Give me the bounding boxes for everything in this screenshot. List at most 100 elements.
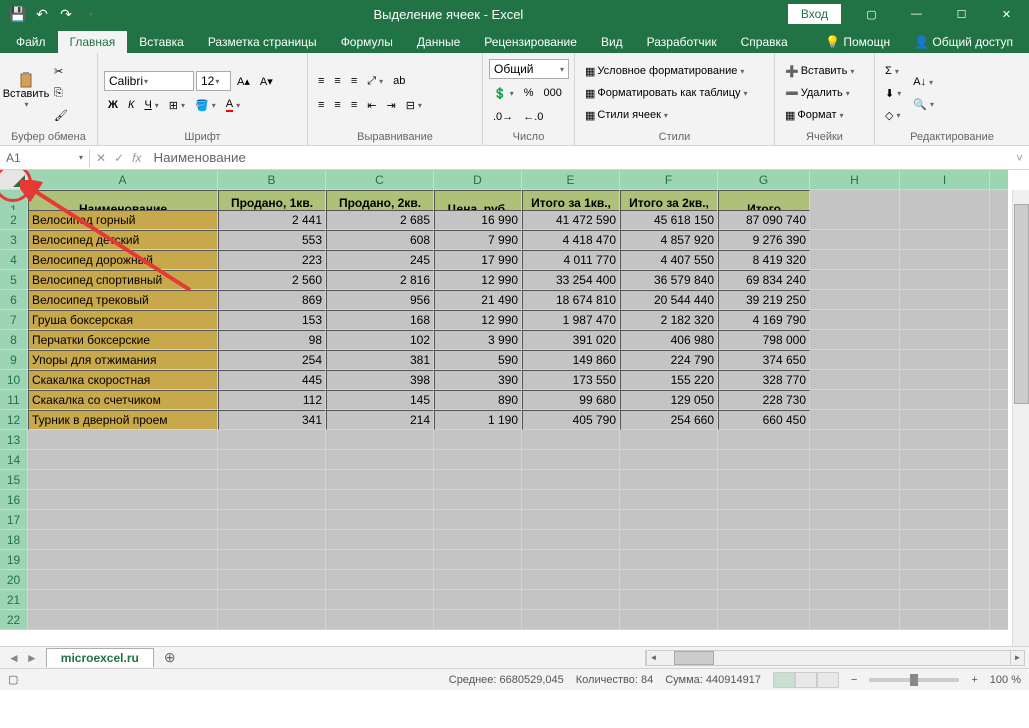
formula-input[interactable]	[147, 148, 1010, 167]
empty-cell[interactable]	[28, 570, 218, 590]
page-break-view-button[interactable]	[817, 672, 839, 688]
empty-cell[interactable]	[28, 610, 218, 630]
empty-cell[interactable]	[620, 510, 718, 530]
value-cell[interactable]: 2 560	[218, 270, 326, 290]
row-header[interactable]: 12	[0, 410, 28, 430]
row-header[interactable]: 21	[0, 590, 28, 610]
empty-cell[interactable]	[718, 430, 810, 450]
empty-cell[interactable]	[990, 290, 1008, 310]
row-header[interactable]: 7	[0, 310, 28, 330]
value-cell[interactable]: 4 011 770	[522, 250, 620, 270]
empty-cell[interactable]	[218, 590, 326, 610]
font-color-button[interactable]: A▾	[222, 95, 244, 115]
value-cell[interactable]: 102	[326, 330, 434, 350]
empty-cell[interactable]	[620, 590, 718, 610]
empty-cell[interactable]	[28, 590, 218, 610]
value-cell[interactable]: 590	[434, 350, 522, 370]
empty-cell[interactable]	[900, 310, 990, 330]
value-cell[interactable]: 16 990	[434, 210, 522, 230]
undo-icon[interactable]: ↶	[34, 6, 50, 22]
row-header[interactable]: 16	[0, 490, 28, 510]
value-cell[interactable]: 390	[434, 370, 522, 390]
increase-indent-button[interactable]: ⇥	[382, 95, 399, 115]
empty-cell[interactable]	[718, 490, 810, 510]
empty-cell[interactable]	[900, 370, 990, 390]
row-header[interactable]: 2	[0, 210, 28, 230]
row-header[interactable]: 19	[0, 550, 28, 570]
value-cell[interactable]: 112	[218, 390, 326, 410]
empty-cell[interactable]	[900, 230, 990, 250]
empty-cell[interactable]	[326, 470, 434, 490]
empty-cell[interactable]	[326, 590, 434, 610]
sort-filter-button[interactable]: A↓▾	[909, 72, 938, 92]
empty-cell[interactable]	[620, 550, 718, 570]
tab-file[interactable]: Файл	[4, 31, 58, 53]
value-cell[interactable]: 405 790	[522, 410, 620, 430]
value-cell[interactable]: 21 490	[434, 290, 522, 310]
value-cell[interactable]: 12 990	[434, 270, 522, 290]
value-cell[interactable]: 99 680	[522, 390, 620, 410]
empty-cell[interactable]	[620, 530, 718, 550]
empty-cell[interactable]	[326, 610, 434, 630]
align-top-button[interactable]: ≡	[314, 71, 328, 91]
row-header[interactable]: 4	[0, 250, 28, 270]
increase-decimal-button[interactable]: .0→	[489, 107, 517, 127]
empty-cell[interactable]	[810, 490, 900, 510]
align-bottom-button[interactable]: ≡	[347, 71, 361, 91]
empty-cell[interactable]	[522, 590, 620, 610]
underline-button[interactable]: Ч▾	[140, 95, 162, 115]
empty-cell[interactable]	[218, 430, 326, 450]
decrease-decimal-button[interactable]: ←.0	[519, 107, 547, 127]
empty-cell[interactable]	[522, 430, 620, 450]
tab-tellme[interactable]: 💡 Помощн	[813, 31, 902, 53]
value-cell[interactable]: 2 182 320	[620, 310, 718, 330]
enter-formula-icon[interactable]: ✓	[114, 151, 124, 165]
value-cell[interactable]: 36 579 840	[620, 270, 718, 290]
empty-cell[interactable]	[990, 410, 1008, 430]
name-cell[interactable]: Груша боксерская	[28, 310, 218, 330]
save-icon[interactable]: 💾	[10, 6, 26, 22]
value-cell[interactable]: 33 254 400	[522, 270, 620, 290]
value-cell[interactable]: 406 980	[620, 330, 718, 350]
empty-cell[interactable]	[900, 390, 990, 410]
value-cell[interactable]: 1 987 470	[522, 310, 620, 330]
column-header[interactable]: E	[522, 170, 620, 190]
empty-cell[interactable]	[434, 450, 522, 470]
copy-button[interactable]: ⎘	[50, 83, 72, 103]
empty-cell[interactable]	[28, 470, 218, 490]
empty-cell[interactable]	[810, 610, 900, 630]
value-cell[interactable]: 223	[218, 250, 326, 270]
empty-cell[interactable]	[326, 430, 434, 450]
empty-cell[interactable]	[522, 610, 620, 630]
format-painter-button[interactable]: 🖌	[50, 105, 72, 125]
column-header[interactable]: A	[28, 170, 218, 190]
empty-cell[interactable]	[810, 590, 900, 610]
spreadsheet-grid[interactable]: ABCDEFGHI1НаименованиеПродано, 1кв. Шт.П…	[0, 170, 1029, 630]
value-cell[interactable]: 224 790	[620, 350, 718, 370]
column-header[interactable]: D	[434, 170, 522, 190]
value-cell[interactable]: 214	[326, 410, 434, 430]
empty-cell[interactable]	[434, 610, 522, 630]
empty-cell[interactable]	[620, 610, 718, 630]
value-cell[interactable]: 8 419 320	[718, 250, 810, 270]
value-cell[interactable]: 398	[326, 370, 434, 390]
empty-cell[interactable]	[718, 450, 810, 470]
row-header[interactable]: 6	[0, 290, 28, 310]
value-cell[interactable]: 9 276 390	[718, 230, 810, 250]
name-cell[interactable]: Велосипед спортивный	[28, 270, 218, 290]
row-header[interactable]: 10	[0, 370, 28, 390]
value-cell[interactable]: 245	[326, 250, 434, 270]
value-cell[interactable]: 374 650	[718, 350, 810, 370]
align-center-button[interactable]: ≡	[330, 95, 344, 115]
empty-cell[interactable]	[326, 550, 434, 570]
value-cell[interactable]: 553	[218, 230, 326, 250]
value-cell[interactable]: 145	[326, 390, 434, 410]
empty-cell[interactable]	[28, 530, 218, 550]
autosum-button[interactable]: Σ▾	[881, 61, 905, 81]
empty-cell[interactable]	[810, 210, 900, 230]
tab-data[interactable]: Данные	[405, 31, 472, 53]
value-cell[interactable]: 7 990	[434, 230, 522, 250]
value-cell[interactable]: 254 660	[620, 410, 718, 430]
conditional-format-button[interactable]: ▦ Условное форматирование▾	[581, 61, 768, 81]
empty-cell[interactable]	[522, 510, 620, 530]
